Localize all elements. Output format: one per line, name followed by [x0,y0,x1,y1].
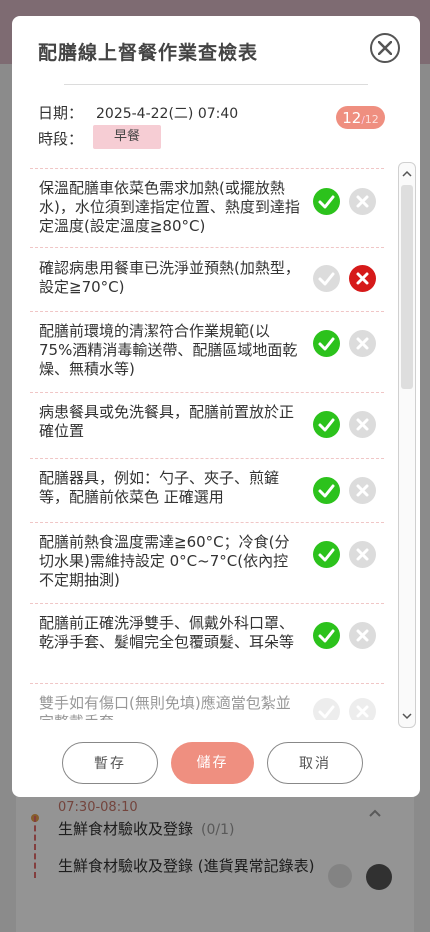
check-icon[interactable] [313,477,340,504]
checklist-item-text: 配膳前熱食溫度需達≧60°C；冷食(分切水果)需維持設定 0°C~7°C(依內控… [39,533,290,589]
checklist-item-text: 配膳前環境的清潔符合作業規範(以75%酒精消毒輸送帶、配膳區域地面乾燥、無積水等… [39,322,298,378]
title-divider [64,84,368,85]
meal-badge: 早餐 [93,125,161,149]
checklist-item: 雙手如有傷口(無則免填)應適當包紮並完整戴手套 [30,684,384,720]
chevron-up-icon[interactable] [402,169,412,179]
scroll-thumb[interactable] [401,185,413,389]
temp-save-button[interactable]: 暫存 [62,742,158,784]
date-value: 2025-4-22(二) 07:40 [96,106,239,122]
date-label: 日期： [38,104,84,122]
check-icon[interactable] [313,330,340,357]
count-done: 12 [342,109,362,127]
cross-icon[interactable] [349,411,376,438]
checklist-item-text: 確認病患用餐車已洗淨並預熱(加熱型，設定≧70°C) [39,259,300,296]
checklist-item: 保溫配膳車依菜色需求加熱(或擺放熱水)，水位須到達指定位置、熱度到達指定溫度(設… [30,168,384,248]
checklist-item-text: 配膳前正確洗淨雙手、佩戴外科口罩、乾淨手套、髮帽完全包覆頭髮、耳朵等 [39,614,295,651]
list-scrollbar[interactable] [398,162,416,728]
cross-icon[interactable] [349,698,376,720]
cross-icon[interactable] [349,265,376,292]
check-icon[interactable] [313,541,340,568]
cross-icon[interactable] [349,541,376,568]
check-icon[interactable] [313,188,340,215]
check-icon[interactable] [313,622,340,649]
save-button[interactable]: 儲存 [171,742,254,784]
modal-title: 配膳線上督餐作業查檢表 [38,42,259,64]
check-icon[interactable] [313,698,340,720]
count-total: 12 [364,113,379,126]
checklist-item-text: 配膳器具，例如：勺子、夾子、煎鏟等，配膳前依菜色 正確選用 [39,469,280,506]
checklist-item: 配膳前熱食溫度需達≧60°C；冷食(分切水果)需維持設定 0°C~7°C(依內控… [30,523,384,604]
check-icon[interactable] [313,265,340,292]
cross-icon[interactable] [349,477,376,504]
close-button[interactable] [370,33,400,63]
checklist-item-text: 保溫配膳車依菜色需求加熱(或擺放熱水)，水位須到達指定位置、熱度到達指定溫度(設… [39,179,300,235]
slot-label: 時段： [38,130,84,148]
cross-icon[interactable] [349,622,376,649]
checklist-item: 配膳前正確洗淨雙手、佩戴外科口罩、乾淨手套、髮帽完全包覆頭髮、耳朵等 [30,604,384,684]
check-icon[interactable] [313,411,340,438]
checklist-item-text: 雙手如有傷口(無則免填)應適當包紮並完整戴手套 [39,694,291,720]
close-icon [378,41,392,55]
progress-count-badge: 12/12 [336,106,385,129]
chevron-down-icon[interactable] [402,711,412,721]
checklist-item: 確認病患用餐車已洗淨並預熱(加熱型，設定≧70°C) [30,248,384,312]
checklist-item: 病患餐具或免洗餐具，配膳前置放於正確位置 [30,393,384,459]
checklist: 保溫配膳車依菜色需求加熱(或擺放熱水)，水位須到達指定位置、熱度到達指定溫度(設… [30,168,394,720]
slot-row: 時段： [38,128,96,149]
checklist-item: 配膳器具，例如：勺子、夾子、煎鏟等，配膳前依菜色 正確選用 [30,459,384,523]
cross-icon[interactable] [349,188,376,215]
checklist-item: 配膳前環境的清潔符合作業規範(以75%酒精消毒輸送帶、配膳區域地面乾燥、無積水等… [30,312,384,393]
cross-icon[interactable] [349,330,376,357]
checklist-modal: 配膳線上督餐作業查檢表 日期： 2025-4-22(二) 07:40 時段： 早餐… [12,16,420,797]
cancel-button[interactable]: 取消 [267,742,363,784]
date-row: 日期： 2025-4-22(二) 07:40 [38,102,238,123]
checklist-item-text: 病患餐具或免洗餐具，配膳前置放於正確位置 [39,403,295,440]
